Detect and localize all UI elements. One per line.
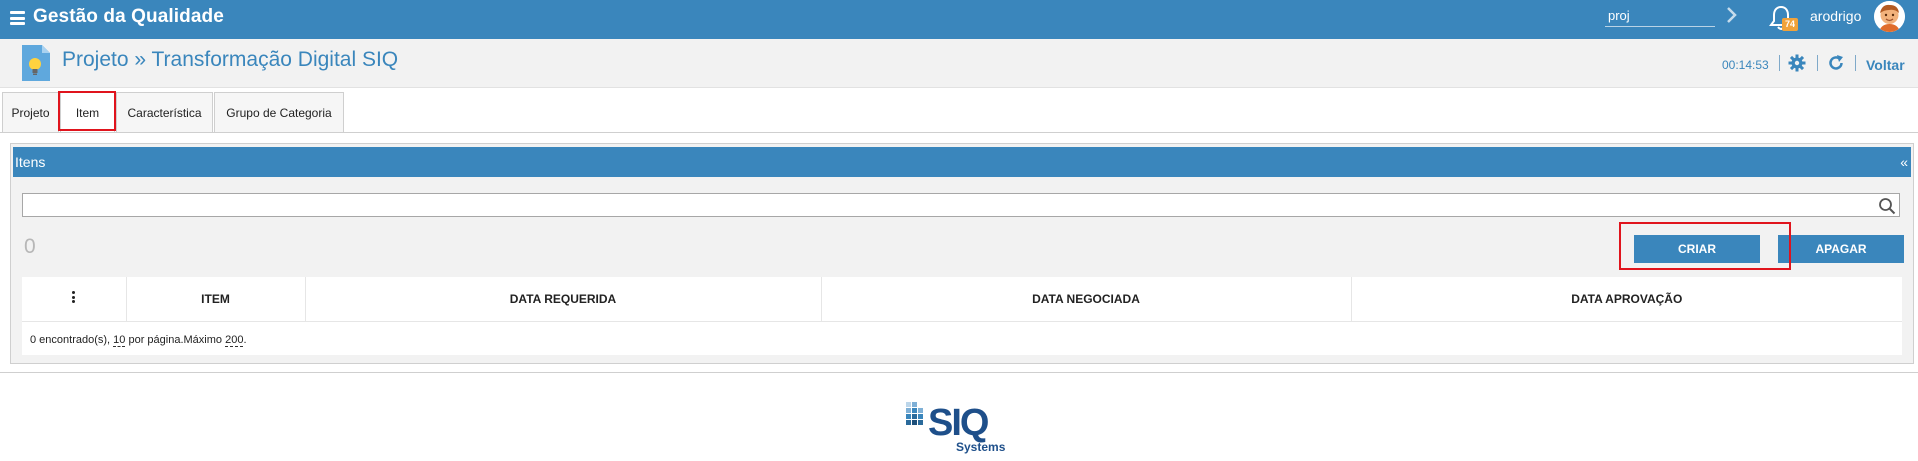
project-document-icon: [22, 45, 50, 81]
collapse-icon[interactable]: «: [1900, 154, 1908, 170]
header-separator: [1817, 55, 1818, 71]
user-avatar-icon: [1874, 1, 1905, 32]
tab-projeto[interactable]: Projeto: [2, 92, 59, 133]
pagination-info: 0 encontrado(s), 10 por página.Máximo 20…: [30, 334, 247, 347]
header-separator: [1855, 55, 1856, 71]
notification-badge: 74: [1782, 18, 1798, 31]
chevron-right-icon[interactable]: [1722, 5, 1742, 25]
top-bar: Gestão da Qualidade 74 arodrigo: [0, 0, 1918, 39]
search-icon[interactable]: [1878, 197, 1896, 215]
column-header-data-requerida[interactable]: DATA REQUERIDA: [305, 277, 822, 322]
items-panel: Itens « 0 CRIAR APAGAR ITEM DATA REQUERI…: [10, 143, 1914, 364]
panel-header: Itens «: [13, 147, 1911, 177]
refresh-icon[interactable]: [1827, 54, 1845, 72]
app-title: Gestão da Qualidade: [33, 6, 224, 27]
username[interactable]: arodrigo: [1810, 8, 1861, 24]
top-search-input[interactable]: [1605, 5, 1715, 27]
max-selector[interactable]: 200: [225, 334, 244, 347]
hamburger-icon[interactable]: [10, 11, 25, 25]
tab-caracteristica[interactable]: Característica: [116, 92, 213, 133]
session-clock: 00:14:53: [1722, 58, 1769, 72]
logo-mosaic-icon: [906, 402, 923, 425]
logo-brand-text: SIQ: [928, 402, 988, 444]
items-table: ITEM DATA REQUERIDA DATA NEGOCIADA DATA …: [22, 277, 1902, 355]
per-page-text: por página.Máximo: [125, 334, 226, 346]
avatar[interactable]: [1874, 1, 1905, 32]
footer-end: .: [243, 334, 247, 346]
tab-item[interactable]: Item: [60, 92, 115, 133]
panel-title: Itens: [15, 154, 46, 170]
delete-button[interactable]: APAGAR: [1778, 235, 1904, 263]
page-header: Projeto » Transformação Digital SIQ 00:1…: [0, 39, 1918, 88]
siq-systems-logo: SIQ Systems: [906, 402, 1006, 454]
back-link[interactable]: Voltar: [1866, 57, 1905, 73]
header-separator: [1779, 55, 1780, 71]
table-header-row: ITEM DATA REQUERIDA DATA NEGOCIADA DATA …: [22, 277, 1902, 322]
content-divider: [0, 372, 1918, 373]
create-button[interactable]: CRIAR: [1634, 235, 1760, 263]
column-menu-icon[interactable]: [22, 277, 127, 322]
tab-divider: [0, 132, 1918, 133]
tab-grupo-de-categoria[interactable]: Grupo de Categoria: [214, 92, 344, 133]
per-page-selector[interactable]: 10: [113, 334, 126, 347]
gear-icon[interactable]: [1788, 54, 1806, 72]
column-header-data-aprovacao[interactable]: DATA APROVAÇÃO: [1351, 277, 1902, 322]
result-count: 0: [24, 235, 36, 258]
logo-sub-text: Systems: [956, 440, 1006, 454]
items-search-input[interactable]: [22, 193, 1900, 217]
column-header-data-negociada[interactable]: DATA NEGOCIADA: [821, 277, 1352, 322]
page-title: Projeto » Transformação Digital SIQ: [62, 48, 399, 71]
column-header-item[interactable]: ITEM: [126, 277, 306, 322]
found-count-text: 0 encontrado(s),: [30, 334, 114, 346]
